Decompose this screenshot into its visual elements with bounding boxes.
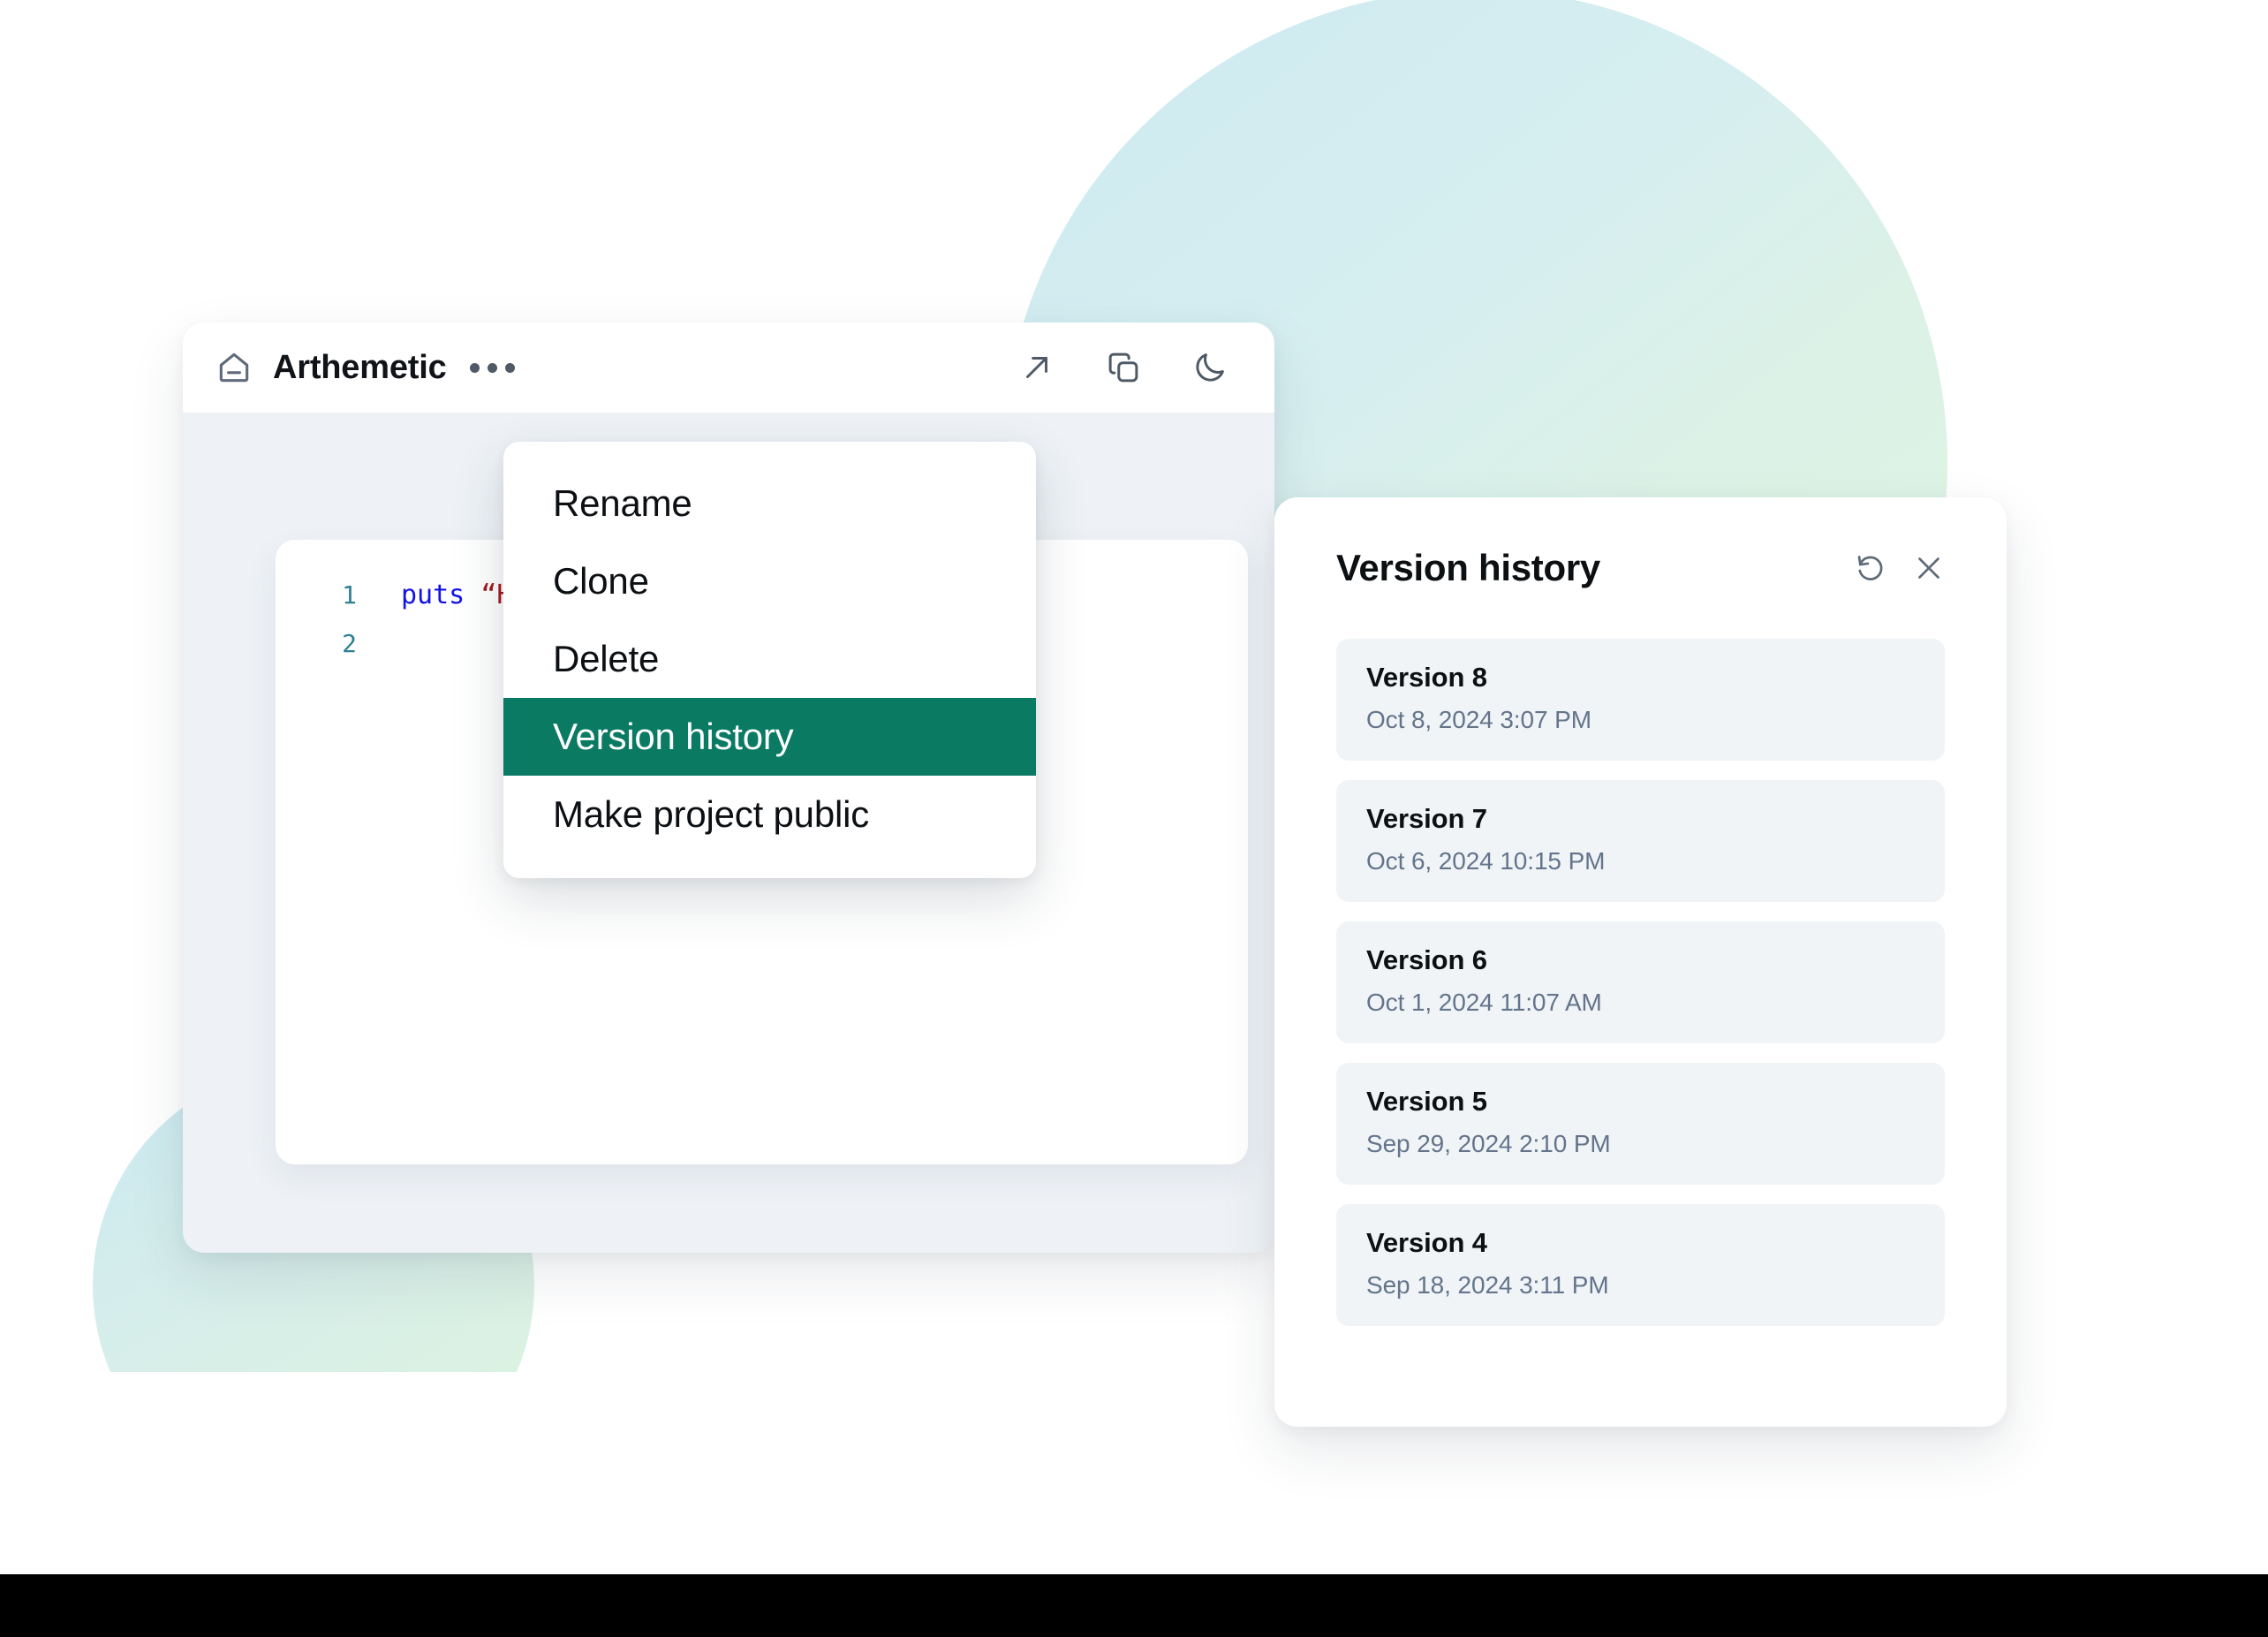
menu-item-label: Make project public <box>553 793 870 835</box>
version-history-header: Version history <box>1336 497 1945 639</box>
restore-icon[interactable] <box>1855 552 1886 584</box>
moon-icon[interactable] <box>1191 349 1228 386</box>
version-name: Version 7 <box>1366 803 1487 834</box>
menu-item-label: Delete <box>553 638 660 679</box>
version-list-item[interactable]: Version 6 Oct 1, 2024 11:07 AM <box>1336 921 1945 1043</box>
menu-item-label: Clone <box>553 560 649 602</box>
version-name: Version 6 <box>1366 944 1487 975</box>
version-list-item[interactable]: Version 5 Sep 29, 2024 2:10 PM <box>1336 1063 1945 1185</box>
kebab-menu-icon[interactable] <box>466 356 518 380</box>
editor-titlebar: Arthemetic <box>183 322 1274 413</box>
version-history-title: Version history <box>1336 547 1600 588</box>
menu-item-label: Version history <box>553 716 794 757</box>
line-number: 1 <box>342 580 357 610</box>
version-date: Sep 29, 2024 2:10 PM <box>1366 1130 1611 1157</box>
project-context-menu: Rename Clone Delete Version history Make… <box>503 442 1036 878</box>
version-list-item[interactable]: Version 4 Sep 18, 2024 3:11 PM <box>1336 1204 1945 1326</box>
close-icon[interactable] <box>1913 552 1945 584</box>
version-list-item[interactable]: Version 8 Oct 8, 2024 3:07 PM <box>1336 639 1945 761</box>
version-date: Oct 6, 2024 10:15 PM <box>1366 847 1606 875</box>
menu-item-version-history[interactable]: Version history <box>503 698 1036 776</box>
version-list-item[interactable]: Version 7 Oct 6, 2024 10:15 PM <box>1336 780 1945 902</box>
menu-item-delete[interactable]: Delete <box>503 620 1036 698</box>
version-name: Version 4 <box>1366 1227 1487 1258</box>
page-title: Arthemetic <box>273 348 447 386</box>
home-icon[interactable] <box>215 348 253 387</box>
titlebar-actions <box>1018 349 1243 386</box>
version-name: Version 8 <box>1366 662 1487 693</box>
arrow-up-right-icon[interactable] <box>1018 349 1055 386</box>
illustration-canvas: Arthemetic 1 puts “H 2 Rename Clone Dele… <box>0 0 2268 1637</box>
version-date: Oct 8, 2024 3:07 PM <box>1366 706 1591 733</box>
version-list: Version 8 Oct 8, 2024 3:07 PM Version 7 … <box>1336 639 1945 1326</box>
version-name: Version 5 <box>1366 1086 1487 1117</box>
menu-item-make-project-public[interactable]: Make project public <box>503 776 1036 853</box>
version-history-actions <box>1855 552 1945 584</box>
code-token-keyword: puts <box>401 580 465 610</box>
menu-item-clone[interactable]: Clone <box>503 542 1036 620</box>
menu-item-rename[interactable]: Rename <box>503 465 1036 542</box>
bottom-black-bar <box>0 1574 2268 1637</box>
menu-item-label: Rename <box>553 482 692 524</box>
version-history-panel: Version history Version 8 Oct 8, 2024 3:… <box>1274 497 2007 1427</box>
copy-icon[interactable] <box>1105 349 1142 386</box>
version-date: Sep 18, 2024 3:11 PM <box>1366 1271 1609 1299</box>
line-number: 2 <box>342 629 357 658</box>
version-date: Oct 1, 2024 11:07 AM <box>1366 989 1602 1016</box>
